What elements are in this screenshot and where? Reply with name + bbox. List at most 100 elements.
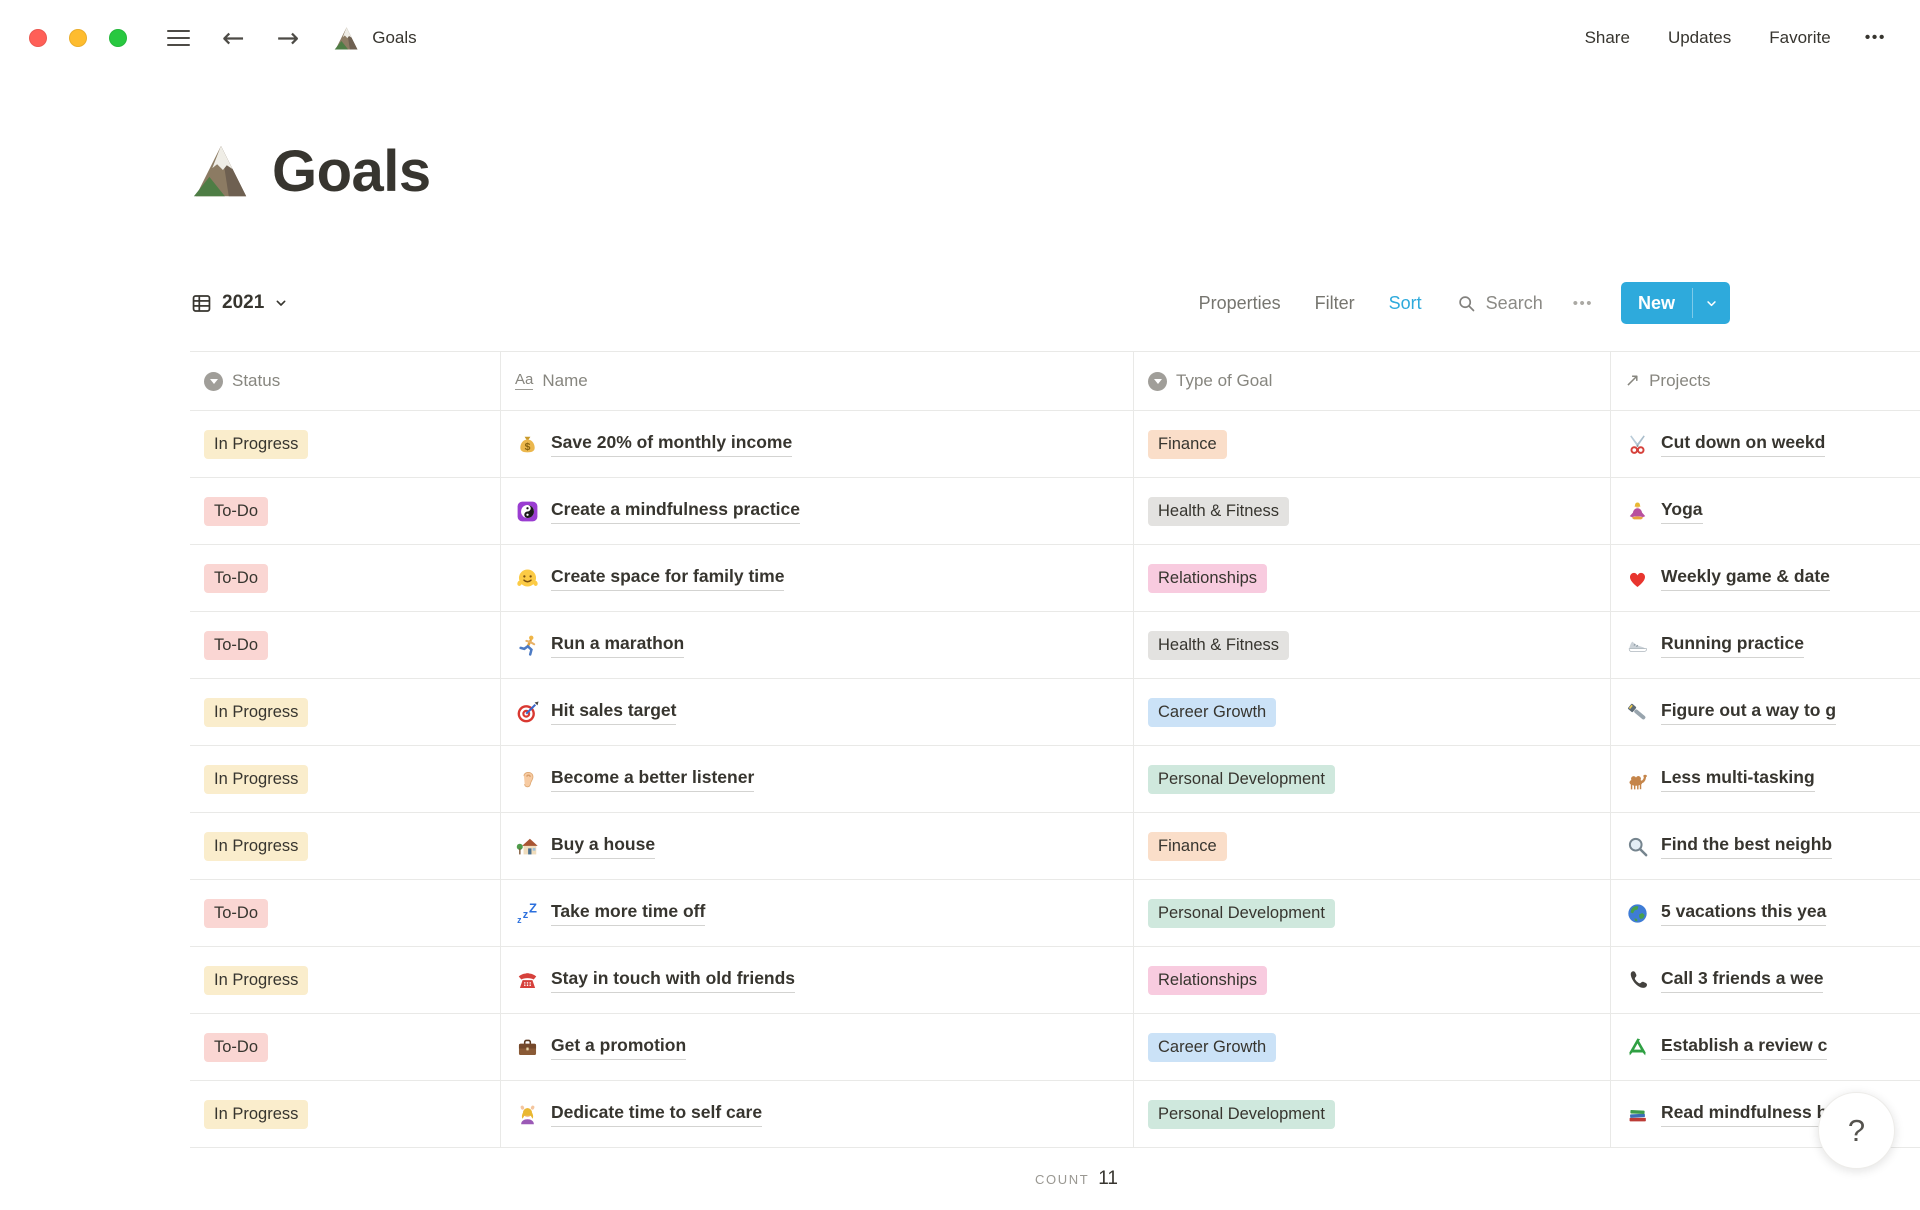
name-link[interactable]: Stay in touch with old friends xyxy=(551,967,796,993)
aggregate-count[interactable]: COUNT 11 xyxy=(190,1168,1133,1190)
name-link[interactable]: Create a mindfulness practice xyxy=(551,498,800,524)
projects-cell[interactable]: Establish a review c xyxy=(1610,1014,1920,1080)
name-link[interactable]: Hit sales target xyxy=(551,699,677,725)
sidebar-toggle-icon[interactable] xyxy=(167,29,190,47)
status-cell[interactable]: In Progress xyxy=(190,679,500,745)
column-header-projects[interactable]: ↗ Projects xyxy=(1610,352,1920,410)
projects-cell[interactable]: Figure out a way to g xyxy=(1610,679,1920,745)
table-row[interactable]: In Progress Buy a house Finance Find the be… xyxy=(190,813,1920,880)
page-title[interactable]: Goals xyxy=(272,138,431,205)
name-cell[interactable]: Create a mindfulness practice xyxy=(500,478,1133,544)
table-row[interactable]: In Progress Hit sales target Career Growth… xyxy=(190,679,1920,746)
name-link[interactable]: Run a marathon xyxy=(551,632,685,658)
type-of-goal-cell[interactable]: Finance xyxy=(1133,411,1610,477)
topbar-updates-button[interactable]: Updates xyxy=(1668,28,1731,48)
project-link[interactable]: Read mindfulness b xyxy=(1661,1101,1828,1127)
type-of-goal-cell[interactable]: Personal Development xyxy=(1133,1081,1610,1147)
type-of-goal-cell[interactable]: Relationships xyxy=(1133,947,1610,1013)
view-switcher[interactable]: 2021 xyxy=(190,292,289,315)
status-cell[interactable]: In Progress xyxy=(190,1081,500,1147)
projects-cell[interactable]: Less multi-tasking xyxy=(1610,746,1920,812)
projects-cell[interactable]: Yoga xyxy=(1610,478,1920,544)
table-row[interactable]: In Progress $ Save 20% of monthly income Fi… xyxy=(190,411,1920,478)
type-of-goal-cell[interactable]: Health & Fitness xyxy=(1133,612,1610,678)
toolbar-more-options-icon[interactable]: ••• xyxy=(1573,295,1593,312)
topbar-share-button[interactable]: Share xyxy=(1585,28,1630,48)
breadcrumb-doc-title[interactable]: Goals xyxy=(372,28,416,48)
status-cell[interactable]: To-Do xyxy=(190,880,500,946)
status-cell[interactable]: To-Do xyxy=(190,545,500,611)
projects-cell[interactable]: Call 3 friends a wee xyxy=(1610,947,1920,1013)
name-link[interactable]: Create space for family time xyxy=(551,565,785,591)
name-cell[interactable]: Get a promotion xyxy=(500,1014,1133,1080)
type-of-goal-cell[interactable]: Career Growth xyxy=(1133,1014,1610,1080)
forward-arrow-icon[interactable]: → xyxy=(277,25,300,52)
back-arrow-icon[interactable]: ← xyxy=(222,25,245,52)
type-of-goal-cell[interactable]: Personal Development xyxy=(1133,880,1610,946)
type-of-goal-cell[interactable]: Career Growth xyxy=(1133,679,1610,745)
type-of-goal-cell[interactable]: Health & Fitness xyxy=(1133,478,1610,544)
topbar-favorite-button[interactable]: Favorite xyxy=(1769,28,1830,48)
toolbar-filter-button[interactable]: Filter xyxy=(1315,293,1355,314)
status-cell[interactable]: In Progress xyxy=(190,813,500,879)
table-row[interactable]: To-Do Create space for family time Relatio… xyxy=(190,545,1920,612)
project-link[interactable]: 5 vacations this yea xyxy=(1661,900,1827,926)
project-link[interactable]: Call 3 friends a wee xyxy=(1661,967,1824,993)
projects-cell[interactable]: 5 vacations this yea xyxy=(1610,880,1920,946)
more-options-icon[interactable]: ••• xyxy=(1865,29,1886,47)
type-of-goal-cell[interactable]: Relationships xyxy=(1133,545,1610,611)
help-button[interactable]: ? xyxy=(1818,1092,1895,1169)
project-link[interactable]: Weekly game & date xyxy=(1661,565,1830,591)
name-cell[interactable]: Dedicate time to self care xyxy=(500,1081,1133,1147)
column-header-name[interactable]: Aa Name xyxy=(500,352,1133,410)
toolbar-properties-button[interactable]: Properties xyxy=(1199,293,1281,314)
name-link[interactable]: Become a better listener xyxy=(551,766,755,792)
table-row[interactable]: In Progress Stay in touch with old friend… xyxy=(190,947,1920,1014)
name-link[interactable]: Save 20% of monthly income xyxy=(551,431,793,457)
project-link[interactable]: Yoga xyxy=(1661,498,1703,524)
name-cell[interactable]: Hit sales target xyxy=(500,679,1133,745)
projects-cell[interactable]: Cut down on weekd xyxy=(1610,411,1920,477)
projects-cell[interactable]: Weekly game & date xyxy=(1610,545,1920,611)
table-row[interactable]: To-Do z z Z Take more time off Personal Devel… xyxy=(190,880,1920,947)
projects-cell[interactable]: Find the best neighb xyxy=(1610,813,1920,879)
name-cell[interactable]: Stay in touch with old friends xyxy=(500,947,1133,1013)
name-link[interactable]: Take more time off xyxy=(551,900,706,926)
status-cell[interactable]: To-Do xyxy=(190,478,500,544)
zoom-window-button[interactable] xyxy=(109,29,127,47)
name-cell[interactable]: Buy a house xyxy=(500,813,1133,879)
type-of-goal-cell[interactable]: Personal Development xyxy=(1133,746,1610,812)
table-row[interactable]: To-Do Create a mindfulness practice Health… xyxy=(190,478,1920,545)
minimize-window-button[interactable] xyxy=(69,29,87,47)
status-cell[interactable]: In Progress xyxy=(190,411,500,477)
project-link[interactable]: Figure out a way to g xyxy=(1661,699,1837,725)
status-cell[interactable]: To-Do xyxy=(190,1014,500,1080)
name-cell[interactable]: Run a marathon xyxy=(500,612,1133,678)
toolbar-sort-button[interactable]: Sort xyxy=(1389,293,1422,314)
search-button[interactable]: Search xyxy=(1456,293,1543,314)
mountain-icon[interactable] xyxy=(190,140,252,202)
status-cell[interactable]: To-Do xyxy=(190,612,500,678)
table-row[interactable]: In Progress Become a better listener Perso… xyxy=(190,746,1920,813)
close-window-button[interactable] xyxy=(29,29,47,47)
type-of-goal-cell[interactable]: Finance xyxy=(1133,813,1610,879)
projects-cell[interactable]: Running practice xyxy=(1610,612,1920,678)
name-cell[interactable]: Become a better listener xyxy=(500,746,1133,812)
column-header-status[interactable]: Status xyxy=(190,352,500,410)
project-link[interactable]: Less multi-tasking xyxy=(1661,766,1815,792)
name-link[interactable]: Dedicate time to self care xyxy=(551,1101,763,1127)
new-button[interactable]: New xyxy=(1620,282,1730,324)
name-cell[interactable]: $ Save 20% of monthly income xyxy=(500,411,1133,477)
status-cell[interactable]: In Progress xyxy=(190,746,500,812)
table-row[interactable]: To-Do Run a marathon Health & Fitness Runni… xyxy=(190,612,1920,679)
project-link[interactable]: Cut down on weekd xyxy=(1661,431,1826,457)
table-row[interactable]: To-Do Get a promotion Career Growth Establi… xyxy=(190,1014,1920,1081)
project-link[interactable]: Establish a review c xyxy=(1661,1034,1828,1060)
project-link[interactable]: Find the best neighb xyxy=(1661,833,1833,859)
new-dropdown-button[interactable] xyxy=(1693,282,1730,324)
name-cell[interactable]: z z Z Take more time off xyxy=(500,880,1133,946)
table-row[interactable]: In Progress Dedicate time to self care Per… xyxy=(190,1081,1920,1148)
project-link[interactable]: Running practice xyxy=(1661,632,1804,658)
column-header-type-of-goal[interactable]: Type of Goal xyxy=(1133,352,1610,410)
status-cell[interactable]: In Progress xyxy=(190,947,500,1013)
